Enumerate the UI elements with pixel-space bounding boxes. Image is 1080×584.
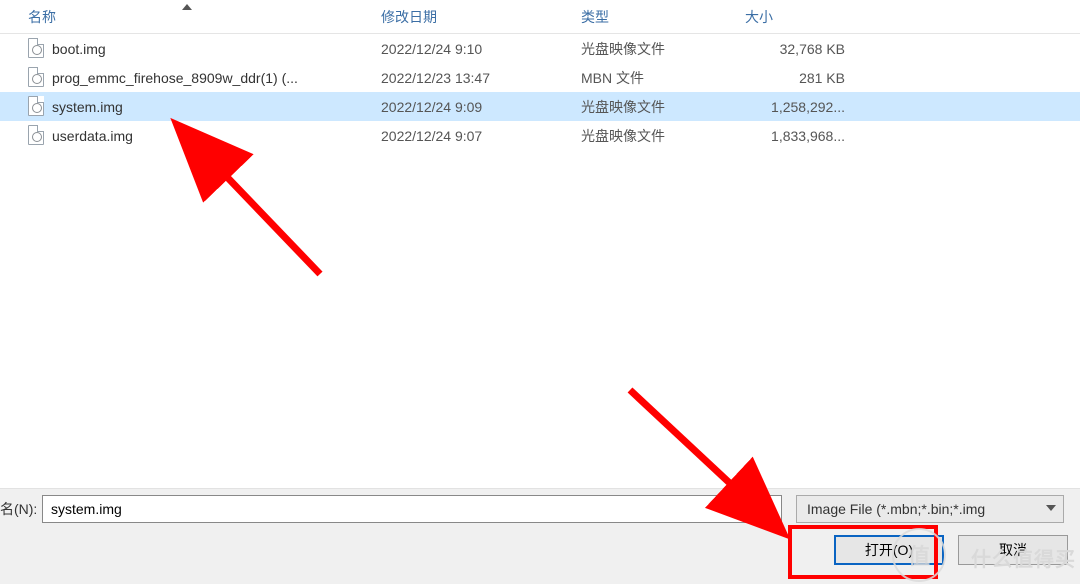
filename-label: 名(N): bbox=[0, 499, 38, 519]
col-header-name[interactable]: 名称 bbox=[0, 0, 381, 33]
file-icon bbox=[28, 38, 46, 60]
file-date: 2022/12/24 9:10 bbox=[381, 41, 581, 57]
watermark-circle: 值 bbox=[892, 528, 946, 582]
file-row[interactable]: userdata.img2022/12/24 9:07光盘映像文件1,833,9… bbox=[0, 121, 1080, 150]
filename-input[interactable] bbox=[42, 495, 782, 523]
file-date: 2022/12/24 9:09 bbox=[381, 99, 581, 115]
watermark-text: 什么值得买 bbox=[971, 543, 1076, 572]
file-type: 光盘映像文件 bbox=[581, 39, 741, 59]
file-date: 2022/12/23 13:47 bbox=[381, 70, 581, 86]
col-header-type[interactable]: 类型 bbox=[581, 0, 741, 33]
file-type: MBN 文件 bbox=[581, 68, 741, 88]
file-row[interactable]: prog_emmc_firehose_8909w_ddr(1) (...2022… bbox=[0, 63, 1080, 92]
file-name: boot.img bbox=[52, 41, 381, 57]
file-size: 281 KB bbox=[741, 70, 851, 86]
file-row[interactable]: system.img2022/12/24 9:09光盘映像文件1,258,292… bbox=[0, 92, 1080, 121]
file-row[interactable]: boot.img2022/12/24 9:10光盘映像文件32,768 KB bbox=[0, 34, 1080, 63]
file-size: 1,833,968... bbox=[741, 128, 851, 144]
file-name: userdata.img bbox=[52, 128, 381, 144]
file-name: prog_emmc_firehose_8909w_ddr(1) (... bbox=[52, 70, 381, 86]
file-size: 1,258,292... bbox=[741, 99, 851, 115]
col-header-size[interactable]: 大小 bbox=[741, 0, 1080, 33]
file-size: 32,768 KB bbox=[741, 41, 851, 57]
file-type: 光盘映像文件 bbox=[581, 97, 741, 117]
file-date: 2022/12/24 9:07 bbox=[381, 128, 581, 144]
file-name: system.img bbox=[52, 99, 381, 115]
file-icon bbox=[28, 67, 46, 89]
file-icon bbox=[28, 125, 46, 147]
file-icon bbox=[28, 96, 46, 118]
file-type: 光盘映像文件 bbox=[581, 126, 741, 146]
column-header[interactable]: 名称 修改日期 类型 大小 bbox=[0, 0, 1080, 34]
file-type-filter[interactable]: Image File (*.mbn;*.bin;*.img bbox=[796, 495, 1064, 523]
col-header-date[interactable]: 修改日期 bbox=[381, 0, 581, 33]
file-list[interactable]: boot.img2022/12/24 9:10光盘映像文件32,768 KBpr… bbox=[0, 34, 1080, 150]
